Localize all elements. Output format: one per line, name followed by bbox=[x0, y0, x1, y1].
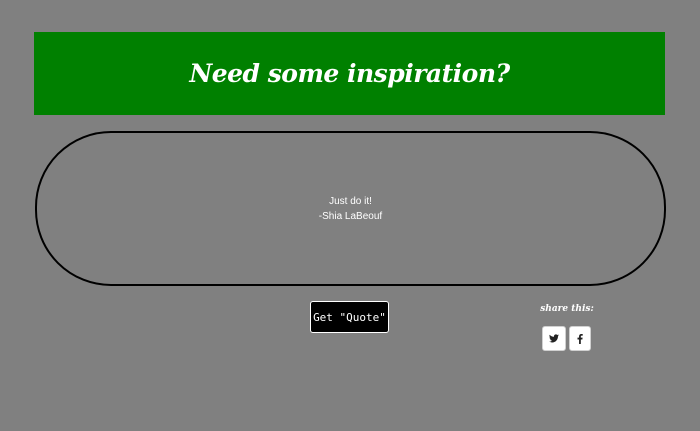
twitter-share-button[interactable] bbox=[542, 326, 566, 351]
quote-author: -Shia LaBeouf bbox=[318, 210, 383, 222]
page-title: Need some inspiration? bbox=[189, 59, 510, 88]
quote-box: Just do it! -Shia LaBeouf bbox=[35, 131, 666, 286]
share-label: share this: bbox=[540, 304, 594, 314]
quote-text: Just do it! bbox=[329, 195, 372, 207]
facebook-share-button[interactable] bbox=[569, 326, 591, 351]
get-quote-button[interactable]: Get "Quote" bbox=[310, 301, 389, 333]
twitter-icon bbox=[549, 334, 559, 343]
header-banner: Need some inspiration? bbox=[34, 32, 665, 115]
facebook-icon bbox=[577, 333, 583, 344]
